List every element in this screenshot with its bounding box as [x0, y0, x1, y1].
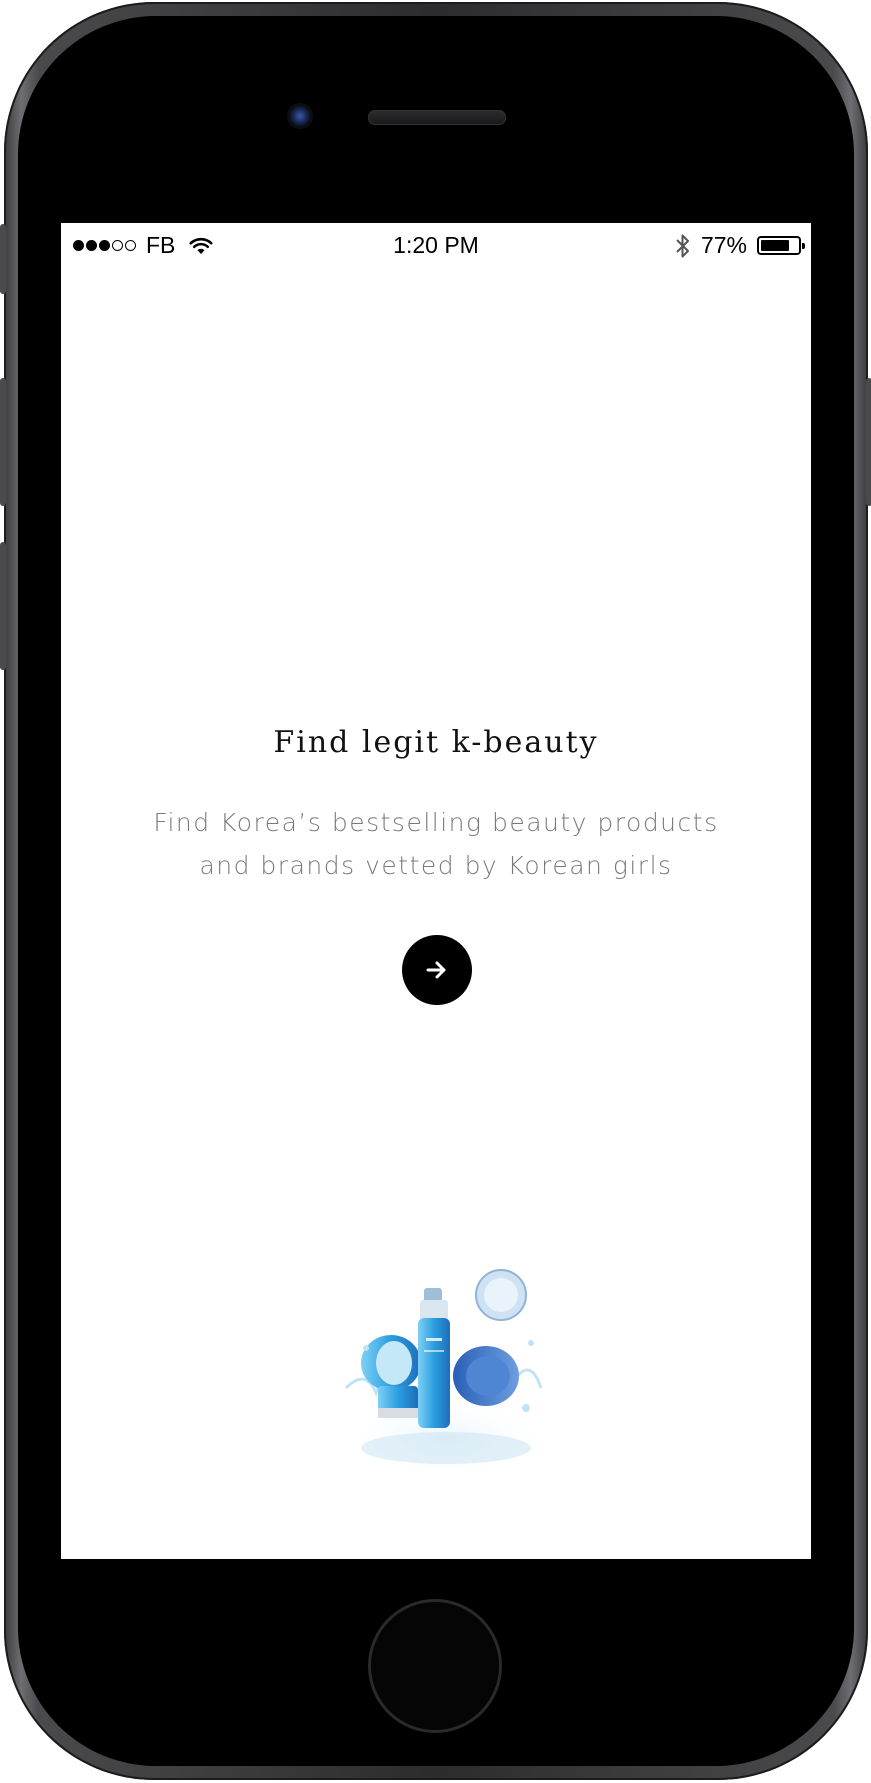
onboarding-subtitle: Find Korea’s bestselling beauty products… — [153, 808, 719, 880]
onboarding-title: Find legit k-beauty — [273, 725, 599, 760]
volume-down-button — [0, 542, 6, 670]
front-camera — [287, 103, 313, 129]
battery-level — [761, 240, 789, 251]
next-button[interactable] — [402, 935, 472, 1005]
battery-percent: 77% — [700, 232, 747, 258]
bluetooth-icon — [676, 234, 689, 257]
earpiece-speaker — [368, 110, 506, 125]
battery-icon — [757, 236, 805, 255]
arrow-right-icon — [426, 961, 446, 979]
app-screen: FB 1:20 PM 77% Find legit k-beauty Find … — [61, 223, 811, 1559]
power-button — [866, 378, 871, 506]
status-bar: FB 1:20 PM 77% — [61, 223, 811, 269]
mute-switch — [0, 224, 6, 294]
home-button[interactable] — [368, 1599, 502, 1733]
cosmetics-product-image — [341, 1269, 551, 1478]
status-right: 77% — [675, 232, 805, 259]
volume-up-button — [0, 378, 6, 506]
